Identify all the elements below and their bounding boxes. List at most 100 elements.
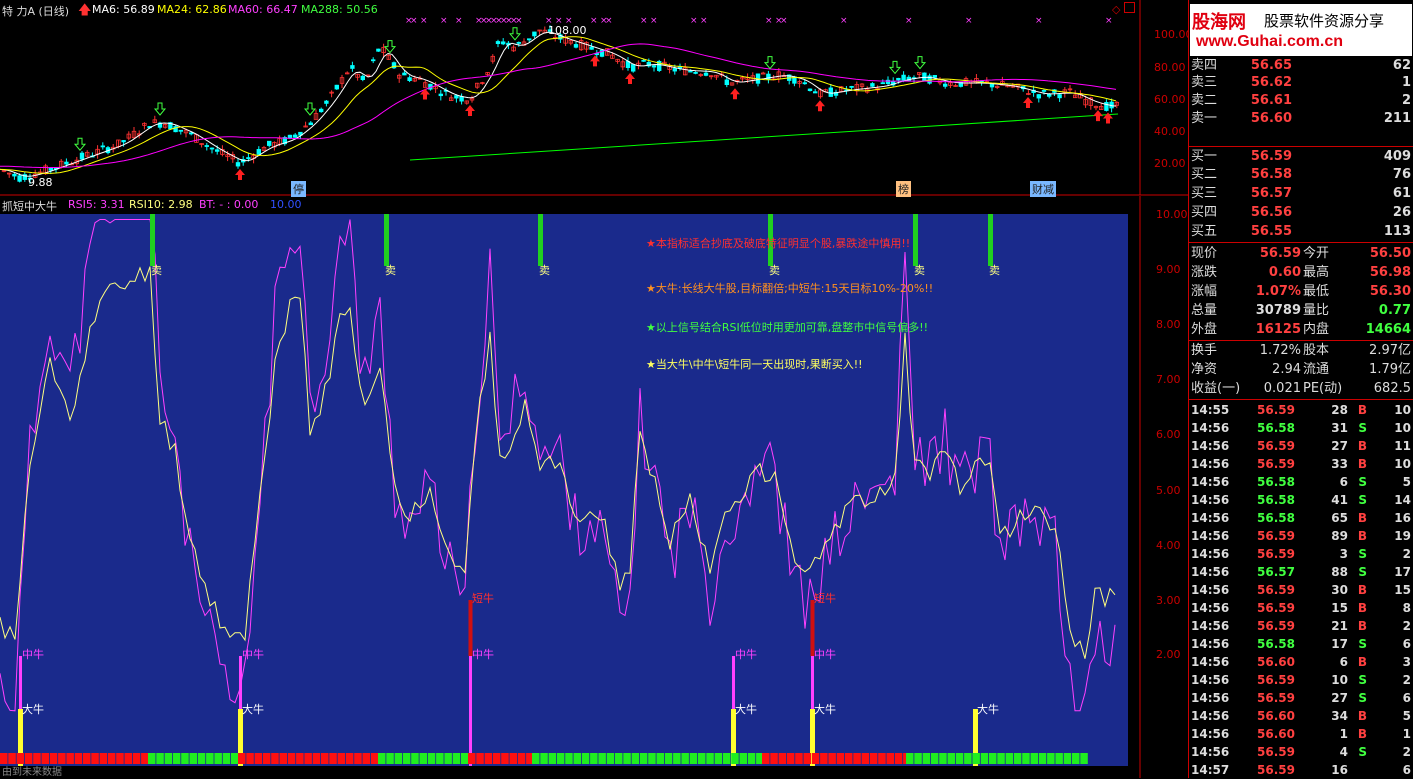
tick-count: 2 xyxy=(1402,547,1411,561)
tick-volume: 21 xyxy=(1331,619,1348,633)
tick-direction: S xyxy=(1358,475,1367,489)
kline-and-indicator-chart[interactable]: ×× × × × ××××××××× × × × × ×× × × × × × ×× × × × × × 卖卖卖卖卖卖大… xyxy=(0,0,1188,778)
tick-direction: S xyxy=(1358,493,1367,507)
trend-cell xyxy=(509,753,517,764)
event-tag-finance[interactable]: 财减 xyxy=(1030,181,1056,197)
stats-label: PE(动) xyxy=(1303,381,1343,396)
signal-marker: × xyxy=(1105,16,1113,26)
quote-value: 30789 xyxy=(1255,303,1301,318)
trend-cell xyxy=(337,753,346,764)
tick-time: 14:56 xyxy=(1191,619,1230,633)
trend-cell xyxy=(980,753,989,764)
order-price: 56.56 xyxy=(1250,205,1292,220)
order-price: 56.58 xyxy=(1250,167,1292,182)
trend-cell xyxy=(1022,753,1030,764)
sell-signal-bar xyxy=(384,214,389,266)
trend-cell xyxy=(172,753,181,764)
candle-body xyxy=(989,83,995,88)
tick-count: 5 xyxy=(1402,709,1411,723)
sell-signal-bar xyxy=(988,214,993,266)
trend-cell xyxy=(279,753,287,764)
trend-cell xyxy=(747,753,756,764)
trend-cell xyxy=(402,753,411,764)
tick-row: 14:56 56.58 6 S 5 xyxy=(1189,473,1413,491)
candle-body xyxy=(79,152,85,160)
diamond-icon[interactable]: ◇ xyxy=(1112,3,1120,16)
tick-count: 6 xyxy=(1402,691,1411,705)
short-bull-bar xyxy=(810,600,815,656)
trend-cell xyxy=(181,753,189,764)
order-label: 卖三 xyxy=(1191,75,1218,90)
tick-price: 56.59 xyxy=(1257,673,1295,687)
trend-cell xyxy=(304,753,312,764)
trend-cell xyxy=(972,753,980,764)
tick-time: 14:55 xyxy=(1191,403,1230,417)
signal-marker: × xyxy=(840,16,848,26)
order-label: 买三 xyxy=(1191,186,1218,201)
short-bull-label: 短牛 xyxy=(472,591,494,605)
candle-body xyxy=(807,88,813,92)
quote-label: 总量 xyxy=(1191,303,1218,318)
trend-cell xyxy=(1047,753,1055,764)
order-label: 买一 xyxy=(1191,149,1218,164)
trend-cell xyxy=(214,753,222,764)
tick-count: 2 xyxy=(1402,619,1411,633)
sell-row: 卖二 56.61 2 xyxy=(1189,92,1413,110)
logo-brand: 股海网 xyxy=(1192,12,1246,33)
stats-value: 0.021 xyxy=(1263,381,1301,396)
y-tick: 10.00 xyxy=(1156,208,1188,221)
trend-cell xyxy=(664,753,673,764)
trend-cell xyxy=(189,753,197,764)
signal-marker: × xyxy=(765,16,773,26)
trend-cell xyxy=(132,753,141,764)
candle-body xyxy=(677,66,683,69)
stats-value: 2.97亿 xyxy=(1369,343,1411,358)
trend-cell xyxy=(517,753,526,764)
trend-cell xyxy=(246,753,254,764)
trend-cell xyxy=(673,753,681,764)
y-tick: 4.00 xyxy=(1156,539,1181,552)
candle-body xyxy=(204,145,209,147)
tick-direction: B xyxy=(1357,601,1367,615)
tick-price: 56.59 xyxy=(1257,763,1295,777)
candle-body xyxy=(495,41,501,44)
maximize-icon[interactable] xyxy=(1124,2,1135,13)
signal-marker: × xyxy=(440,16,448,26)
quote-value: 56.98 xyxy=(1369,265,1411,280)
trend-cell xyxy=(631,753,640,764)
trend-cell xyxy=(1005,753,1014,764)
tick-row: 14:56 56.58 41 S 14 xyxy=(1189,491,1413,509)
trend-cell xyxy=(197,753,206,764)
tick-volume: 89 xyxy=(1331,529,1348,543)
tick-row: 14:56 56.58 17 S 6 xyxy=(1189,635,1413,653)
order-price: 56.62 xyxy=(1250,75,1292,90)
tick-time: 14:56 xyxy=(1191,439,1230,453)
trend-cell xyxy=(312,753,321,764)
trend-cell xyxy=(540,753,548,764)
signal-marker: × xyxy=(780,16,788,26)
tick-volume: 6 xyxy=(1339,475,1348,489)
tick-price: 56.58 xyxy=(1257,637,1295,651)
mid-bull-label: 中牛 xyxy=(22,647,44,661)
candle-body xyxy=(1041,90,1047,92)
event-tag-board[interactable]: 榜 xyxy=(896,181,911,197)
trend-cell xyxy=(811,753,820,764)
signal-marker: × xyxy=(420,16,428,26)
trend-cell xyxy=(836,753,845,764)
tick-row: 14:56 56.59 89 B 19 xyxy=(1189,527,1413,545)
quote-value: 56.30 xyxy=(1369,284,1411,299)
candle-body xyxy=(188,132,194,135)
candle-body xyxy=(459,96,464,102)
quote-label: 量比 xyxy=(1303,303,1330,318)
tick-row: 14:56 56.59 21 B 2 xyxy=(1189,617,1413,635)
quote-row: 涨跌 0.60 最高 56.98 xyxy=(1189,264,1413,282)
site-logo: 股海网 股票软件资源分享 www.Guhai.com.cn xyxy=(1190,4,1412,56)
trend-cell xyxy=(1072,753,1080,764)
order-price: 56.55 xyxy=(1250,224,1292,239)
candle-body xyxy=(121,140,126,143)
tick-time: 14:56 xyxy=(1191,655,1230,669)
chart-area[interactable]: × × × × × × × × × × × × × × × × × × × × × × × × × × × × × × × × 卖卖卖卖卖卖大… xyxy=(0,0,1193,778)
event-tag-halt[interactable]: 停 xyxy=(291,181,306,197)
trend-cell xyxy=(803,753,811,764)
tick-price: 56.59 xyxy=(1257,691,1295,705)
